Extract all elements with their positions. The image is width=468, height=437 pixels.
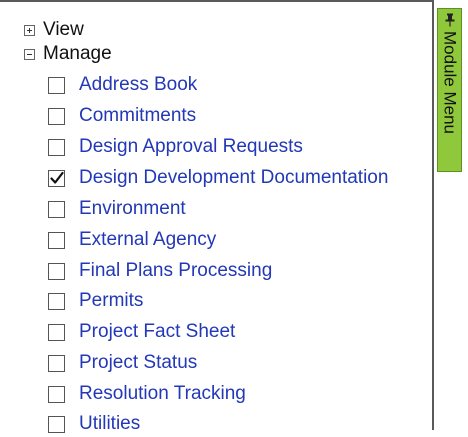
item-label[interactable]: External Agency <box>79 229 216 251</box>
item-label[interactable]: Commitments <box>79 105 196 127</box>
module-menu-tab[interactable]: Module Menu <box>437 8 462 172</box>
checkmark-icon <box>50 171 64 184</box>
list-item-resolution-tracking[interactable]: Resolution Tracking <box>48 381 246 407</box>
checkbox[interactable] <box>48 262 65 280</box>
list-item-commitments[interactable]: Commitments <box>48 103 196 129</box>
checkbox[interactable] <box>48 292 65 310</box>
list-item-final-plans-processing[interactable]: Final Plans Processing <box>48 258 272 284</box>
item-label[interactable]: Design Approval Requests <box>79 136 303 158</box>
tree-node-view-label[interactable]: View <box>43 19 84 41</box>
checkbox[interactable] <box>48 385 65 403</box>
tree-node-manage[interactable]: Manage <box>24 41 112 67</box>
checkbox[interactable] <box>48 354 65 372</box>
list-item-project-status[interactable]: Project Status <box>48 350 197 376</box>
item-label[interactable]: Resolution Tracking <box>79 383 246 405</box>
list-item-project-fact-sheet[interactable]: Project Fact Sheet <box>48 319 235 345</box>
list-item-permits[interactable]: Permits <box>48 288 143 314</box>
pin-icon <box>445 13 454 27</box>
module-tree-panel: View Manage Address Book Commitments Des… <box>0 0 434 434</box>
checkbox[interactable] <box>48 138 65 156</box>
module-menu-label[interactable]: Module Menu <box>440 31 460 134</box>
item-label[interactable]: Environment <box>79 198 186 220</box>
list-item-environment[interactable]: Environment <box>48 196 186 222</box>
checkbox[interactable] <box>48 76 65 94</box>
collapse-minus-icon[interactable] <box>24 48 35 60</box>
checkbox[interactable] <box>48 323 65 341</box>
tree-node-manage-label[interactable]: Manage <box>43 43 112 65</box>
checkbox[interactable] <box>48 107 65 125</box>
checkbox[interactable] <box>48 200 65 218</box>
list-item-address-book[interactable]: Address Book <box>48 72 197 98</box>
item-label[interactable]: Address Book <box>79 74 197 96</box>
item-label[interactable]: Project Fact Sheet <box>79 321 235 343</box>
tree-node-view[interactable]: View <box>24 17 84 43</box>
item-label[interactable]: Final Plans Processing <box>79 260 272 282</box>
list-item-design-approval-requests[interactable]: Design Approval Requests <box>48 134 303 160</box>
item-label[interactable]: Project Status <box>79 352 197 374</box>
list-item-utilities[interactable]: Utilities <box>48 411 140 437</box>
item-label[interactable]: Utilities <box>79 413 140 435</box>
list-item-design-development-documentation[interactable]: Design Development Documentation <box>48 165 388 191</box>
checkbox[interactable] <box>48 231 65 249</box>
item-label[interactable]: Design Development Documentation <box>79 167 388 189</box>
checkbox-checked[interactable] <box>48 169 65 187</box>
item-label[interactable]: Permits <box>79 290 143 312</box>
expand-plus-icon[interactable] <box>24 24 35 36</box>
list-item-external-agency[interactable]: External Agency <box>48 227 216 253</box>
